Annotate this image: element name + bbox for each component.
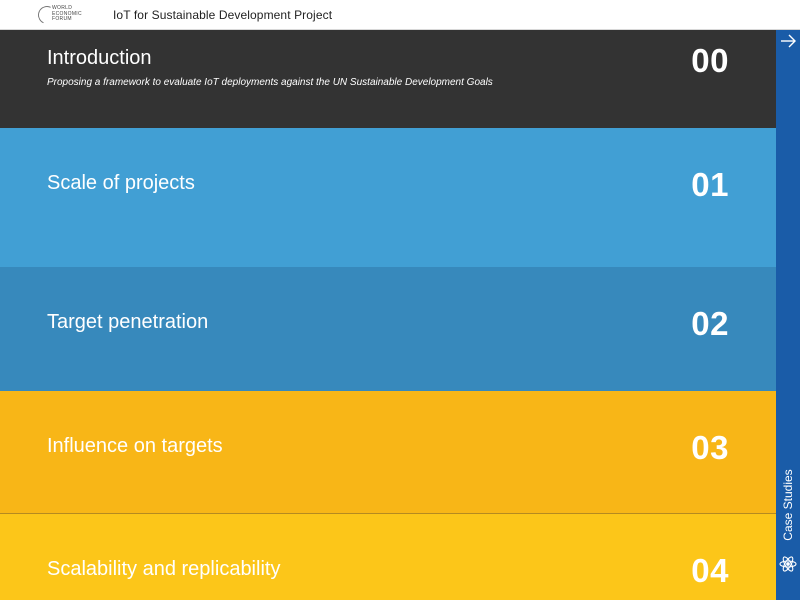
section-number: 03 bbox=[691, 429, 729, 466]
section-number: 04 bbox=[691, 552, 729, 589]
section-influence-on-targets[interactable]: Influence on targets 03 bbox=[0, 391, 776, 514]
section-number: 01 bbox=[691, 166, 729, 203]
section-number: 02 bbox=[691, 305, 729, 342]
case-studies-tab[interactable]: Case Studies bbox=[776, 460, 800, 550]
atom-icon bbox=[779, 555, 797, 573]
section-title: Scale of projects bbox=[47, 172, 195, 194]
sections-list: Introduction Proposing a framework to ev… bbox=[0, 30, 776, 600]
section-scale-of-projects[interactable]: Scale of projects 01 bbox=[0, 128, 776, 267]
section-subtitle: Proposing a framework to evaluate IoT de… bbox=[47, 77, 493, 88]
arrow-right-icon[interactable] bbox=[779, 32, 797, 50]
section-title: Target penetration bbox=[47, 311, 209, 333]
section-title: Influence on targets bbox=[47, 435, 223, 457]
header-bar: WORLD ECONOMIC FORUM IoT for Sustainable… bbox=[0, 0, 800, 30]
wef-logo[interactable]: WORLD ECONOMIC FORUM bbox=[35, 0, 100, 30]
section-number: 00 bbox=[691, 42, 729, 79]
section-introduction[interactable]: Introduction Proposing a framework to ev… bbox=[0, 30, 776, 128]
section-title: Introduction bbox=[47, 47, 152, 69]
section-scalability-and-replicability[interactable]: Scalability and replicability 04 bbox=[0, 514, 776, 600]
section-target-penetration[interactable]: Target penetration 02 bbox=[0, 267, 776, 391]
case-studies-label: Case Studies bbox=[781, 469, 795, 541]
page-title: IoT for Sustainable Development Project bbox=[113, 7, 333, 22]
case-studies-sidebar[interactable]: Case Studies bbox=[776, 30, 800, 600]
section-title: Scalability and replicability bbox=[47, 558, 281, 580]
